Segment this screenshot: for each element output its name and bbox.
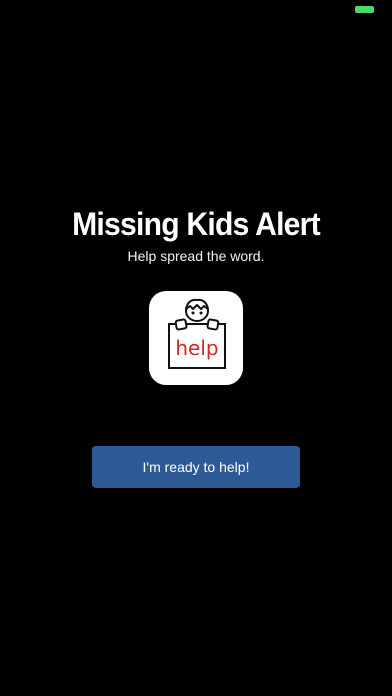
status-bar	[0, 0, 392, 20]
app-tagline: Help spread the word.	[127, 248, 265, 264]
app-title: Missing Kids Alert	[72, 206, 321, 242]
battery-icon	[355, 6, 374, 13]
help-sign-text: help	[175, 336, 218, 360]
ready-to-help-button[interactable]: I'm ready to help!	[92, 446, 300, 488]
child-holding-help-sign-icon: help	[149, 291, 243, 385]
